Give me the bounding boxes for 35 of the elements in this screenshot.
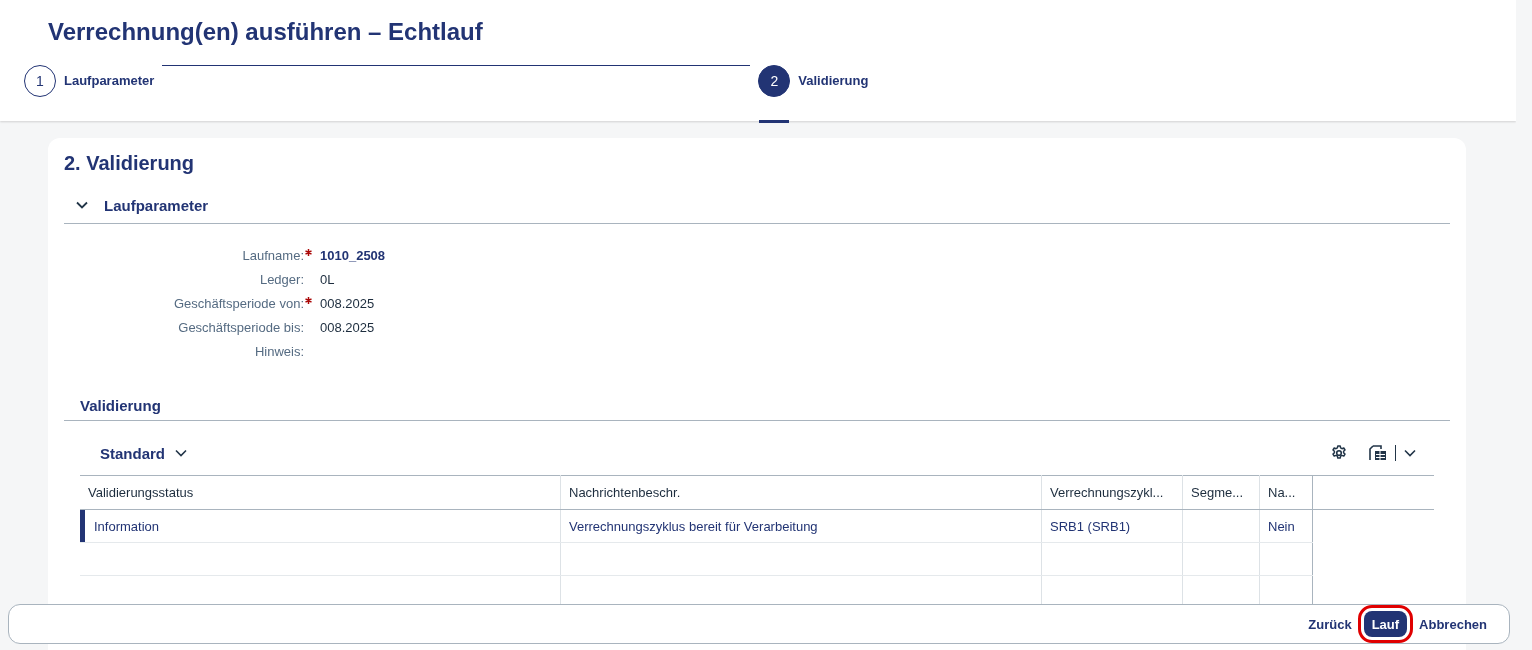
- collapse-button[interactable]: [74, 199, 90, 211]
- section-title: 2. Validierung: [64, 152, 196, 175]
- field-value: 008.2025: [320, 296, 375, 311]
- table-cell: SRB1 (SRB1): [1041, 509, 1183, 543]
- settings-icon: [1331, 445, 1347, 461]
- field-value: 008.2025: [320, 320, 375, 335]
- asterisk-icon: [305, 249, 312, 256]
- field-value: 1010_2508: [320, 248, 386, 263]
- page-title: Verrechnung(en) ausführen – Echtlauf: [47, 17, 484, 46]
- footer-button[interactable]: Zurück: [1302, 611, 1358, 637]
- spreadsheet-icon: [1369, 445, 1387, 461]
- chevron-icon: [1404, 449, 1416, 457]
- column-header[interactable]: Verrechnungszykl...: [1041, 475, 1183, 510]
- variant-selector[interactable]: Standard: [80, 440, 207, 466]
- column-header[interactable]: Na...: [1259, 475, 1313, 510]
- field-label: Laufname:: [242, 248, 304, 263]
- table-cell: Verrechnungszyklus bereit für Verarbeitung: [560, 509, 1042, 543]
- group-title: Validierung: [80, 396, 161, 414]
- column-header[interactable]: Segme...: [1182, 475, 1260, 510]
- wizard-step[interactable]: 2 Validierung: [758, 65, 869, 123]
- field-label: Geschäftsperiode bis:: [178, 320, 304, 335]
- table-cell: Information: [80, 509, 561, 543]
- chevron-icon: [175, 449, 187, 457]
- table-cell: Nein: [1259, 509, 1313, 543]
- field-label: Hinweis:: [254, 344, 304, 359]
- field-value: 0L: [320, 272, 335, 287]
- chevron-icon: [76, 201, 88, 209]
- column-header[interactable]: Validierungsstatus: [80, 475, 561, 510]
- asterisk-icon: [305, 297, 312, 304]
- field-label: Ledger:: [259, 272, 304, 287]
- column-header[interactable]: Nachrichtenbeschr.: [560, 475, 1042, 510]
- wizard-step[interactable]: 1 Laufparameter: [24, 65, 155, 123]
- footer-button[interactable]: Abbrechen: [1413, 611, 1493, 637]
- field-label: Geschäftsperiode von:: [173, 296, 304, 311]
- group-title: Laufparameter: [104, 196, 209, 214]
